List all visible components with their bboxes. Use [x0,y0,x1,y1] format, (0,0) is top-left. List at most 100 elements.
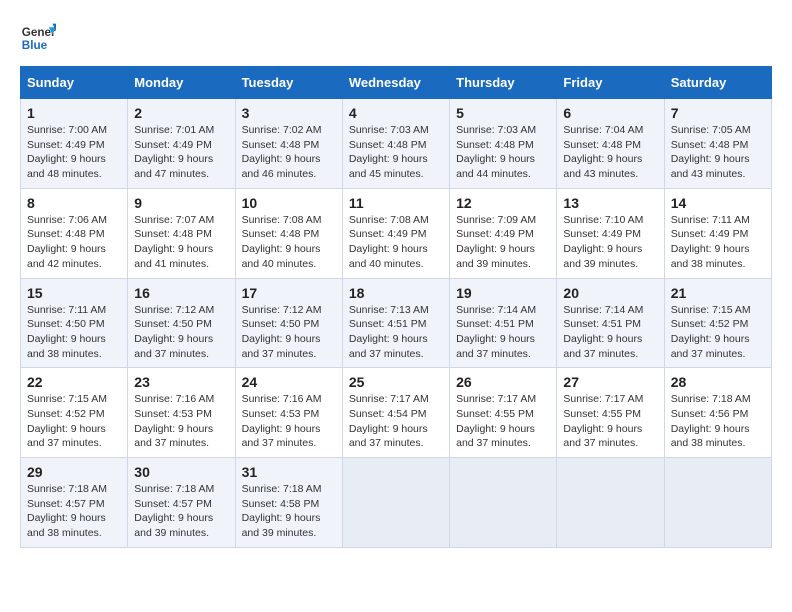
day-details: Sunrise: 7:18 AMSunset: 4:57 PMDaylight:… [134,482,228,541]
day-number: 2 [134,105,228,121]
calendar-cell: 8 Sunrise: 7:06 AMSunset: 4:48 PMDaylight… [21,188,128,278]
day-details: Sunrise: 7:11 AMSunset: 4:50 PMDaylight:… [27,303,121,362]
day-number: 3 [242,105,336,121]
day-details: Sunrise: 7:18 AMSunset: 4:56 PMDaylight:… [671,392,765,451]
day-number: 31 [242,464,336,480]
calendar-cell: 27 Sunrise: 7:17 AMSunset: 4:55 PMDayligh… [557,368,664,458]
day-details: Sunrise: 7:03 AMSunset: 4:48 PMDaylight:… [456,123,550,182]
day-number: 4 [349,105,443,121]
calendar-cell: 31 Sunrise: 7:18 AMSunset: 4:58 PMDayligh… [235,458,342,548]
calendar-week-row: 1Sunrise: 7:00 AMSunset: 4:49 PMDaylight… [21,99,772,189]
calendar-week-row: 15 Sunrise: 7:11 AMSunset: 4:50 PMDayligh… [21,278,772,368]
logo-icon: General Blue [20,20,56,56]
calendar-cell: 3 Sunrise: 7:02 AMSunset: 4:48 PMDaylight… [235,99,342,189]
calendar-cell: 7Sunrise: 7:05 AMSunset: 4:48 PMDaylight… [664,99,771,189]
day-details: Sunrise: 7:06 AMSunset: 4:48 PMDaylight:… [27,213,121,272]
day-number: 18 [349,285,443,301]
day-details: Sunrise: 7:14 AMSunset: 4:51 PMDaylight:… [456,303,550,362]
svg-text:Blue: Blue [22,39,48,52]
day-number: 10 [242,195,336,211]
day-details: Sunrise: 7:15 AMSunset: 4:52 PMDaylight:… [27,392,121,451]
day-details: Sunrise: 7:17 AMSunset: 4:54 PMDaylight:… [349,392,443,451]
day-header-thursday: Thursday [450,67,557,99]
calendar-cell: 24Sunrise: 7:16 AMSunset: 4:53 PMDayligh… [235,368,342,458]
calendar-week-row: 8 Sunrise: 7:06 AMSunset: 4:48 PMDaylight… [21,188,772,278]
calendar-cell: 10 Sunrise: 7:08 AMSunset: 4:48 PMDayligh… [235,188,342,278]
day-number: 9 [134,195,228,211]
day-details: Sunrise: 7:07 AMSunset: 4:48 PMDaylight:… [134,213,228,272]
day-number: 14 [671,195,765,211]
page-header: General Blue [20,20,772,56]
day-number: 15 [27,285,121,301]
calendar-cell: 29Sunrise: 7:18 AMSunset: 4:57 PMDayligh… [21,458,128,548]
day-number: 8 [27,195,121,211]
day-number: 27 [563,374,657,390]
calendar-table: SundayMondayTuesdayWednesdayThursdayFrid… [20,66,772,548]
calendar-week-row: 22 Sunrise: 7:15 AMSunset: 4:52 PMDayligh… [21,368,772,458]
calendar-cell: 22 Sunrise: 7:15 AMSunset: 4:52 PMDayligh… [21,368,128,458]
calendar-cell: 4 Sunrise: 7:03 AMSunset: 4:48 PMDaylight… [342,99,449,189]
day-details: Sunrise: 7:02 AMSunset: 4:48 PMDaylight:… [242,123,336,182]
calendar-cell: 13 Sunrise: 7:10 AMSunset: 4:49 PMDayligh… [557,188,664,278]
day-number: 16 [134,285,228,301]
calendar-header-row: SundayMondayTuesdayWednesdayThursdayFrid… [21,67,772,99]
day-details: Sunrise: 7:08 AMSunset: 4:49 PMDaylight:… [349,213,443,272]
calendar-cell: 16 Sunrise: 7:12 AMSunset: 4:50 PMDayligh… [128,278,235,368]
day-details: Sunrise: 7:17 AMSunset: 4:55 PMDaylight:… [563,392,657,451]
day-number: 20 [563,285,657,301]
calendar-cell: 2Sunrise: 7:01 AMSunset: 4:49 PMDaylight… [128,99,235,189]
calendar-cell: 26 Sunrise: 7:17 AMSunset: 4:55 PMDayligh… [450,368,557,458]
day-details: Sunrise: 7:15 AMSunset: 4:52 PMDaylight:… [671,303,765,362]
calendar-cell: 20 Sunrise: 7:14 AMSunset: 4:51 PMDayligh… [557,278,664,368]
day-header-monday: Monday [128,67,235,99]
day-details: Sunrise: 7:14 AMSunset: 4:51 PMDaylight:… [563,303,657,362]
day-details: Sunrise: 7:16 AMSunset: 4:53 PMDaylight:… [134,392,228,451]
day-number: 11 [349,195,443,211]
day-number: 21 [671,285,765,301]
day-number: 24 [242,374,336,390]
day-details: Sunrise: 7:12 AMSunset: 4:50 PMDaylight:… [134,303,228,362]
day-number: 28 [671,374,765,390]
day-number: 19 [456,285,550,301]
calendar-cell: 28 Sunrise: 7:18 AMSunset: 4:56 PMDayligh… [664,368,771,458]
calendar-cell [450,458,557,548]
day-details: Sunrise: 7:04 AMSunset: 4:48 PMDaylight:… [563,123,657,182]
calendar-cell [557,458,664,548]
calendar-cell: 14 Sunrise: 7:11 AMSunset: 4:49 PMDayligh… [664,188,771,278]
calendar-cell: 1Sunrise: 7:00 AMSunset: 4:49 PMDaylight… [21,99,128,189]
day-details: Sunrise: 7:11 AMSunset: 4:49 PMDaylight:… [671,213,765,272]
calendar-cell: 19 Sunrise: 7:14 AMSunset: 4:51 PMDayligh… [450,278,557,368]
day-details: Sunrise: 7:05 AMSunset: 4:48 PMDaylight:… [671,123,765,182]
calendar-cell: 11 Sunrise: 7:08 AMSunset: 4:49 PMDayligh… [342,188,449,278]
day-number: 25 [349,374,443,390]
calendar-cell: 15 Sunrise: 7:11 AMSunset: 4:50 PMDayligh… [21,278,128,368]
day-number: 13 [563,195,657,211]
day-header-wednesday: Wednesday [342,67,449,99]
calendar-cell: 21 Sunrise: 7:15 AMSunset: 4:52 PMDayligh… [664,278,771,368]
calendar-cell: 30 Sunrise: 7:18 AMSunset: 4:57 PMDayligh… [128,458,235,548]
day-number: 26 [456,374,550,390]
calendar-cell [664,458,771,548]
day-header-saturday: Saturday [664,67,771,99]
calendar-cell: 6Sunrise: 7:04 AMSunset: 4:48 PMDaylight… [557,99,664,189]
day-number: 22 [27,374,121,390]
day-details: Sunrise: 7:08 AMSunset: 4:48 PMDaylight:… [242,213,336,272]
calendar-cell: 9 Sunrise: 7:07 AMSunset: 4:48 PMDaylight… [128,188,235,278]
calendar-cell: 18 Sunrise: 7:13 AMSunset: 4:51 PMDayligh… [342,278,449,368]
day-number: 30 [134,464,228,480]
day-details: Sunrise: 7:18 AMSunset: 4:58 PMDaylight:… [242,482,336,541]
day-number: 23 [134,374,228,390]
calendar-cell: 12Sunrise: 7:09 AMSunset: 4:49 PMDayligh… [450,188,557,278]
day-header-sunday: Sunday [21,67,128,99]
day-number: 1 [27,105,121,121]
day-number: 5 [456,105,550,121]
day-header-friday: Friday [557,67,664,99]
day-details: Sunrise: 7:18 AMSunset: 4:57 PMDaylight:… [27,482,121,541]
calendar-cell: 23 Sunrise: 7:16 AMSunset: 4:53 PMDayligh… [128,368,235,458]
calendar-cell: 17Sunrise: 7:12 AMSunset: 4:50 PMDayligh… [235,278,342,368]
day-details: Sunrise: 7:13 AMSunset: 4:51 PMDaylight:… [349,303,443,362]
day-details: Sunrise: 7:10 AMSunset: 4:49 PMDaylight:… [563,213,657,272]
day-details: Sunrise: 7:03 AMSunset: 4:48 PMDaylight:… [349,123,443,182]
day-number: 17 [242,285,336,301]
day-details: Sunrise: 7:17 AMSunset: 4:55 PMDaylight:… [456,392,550,451]
